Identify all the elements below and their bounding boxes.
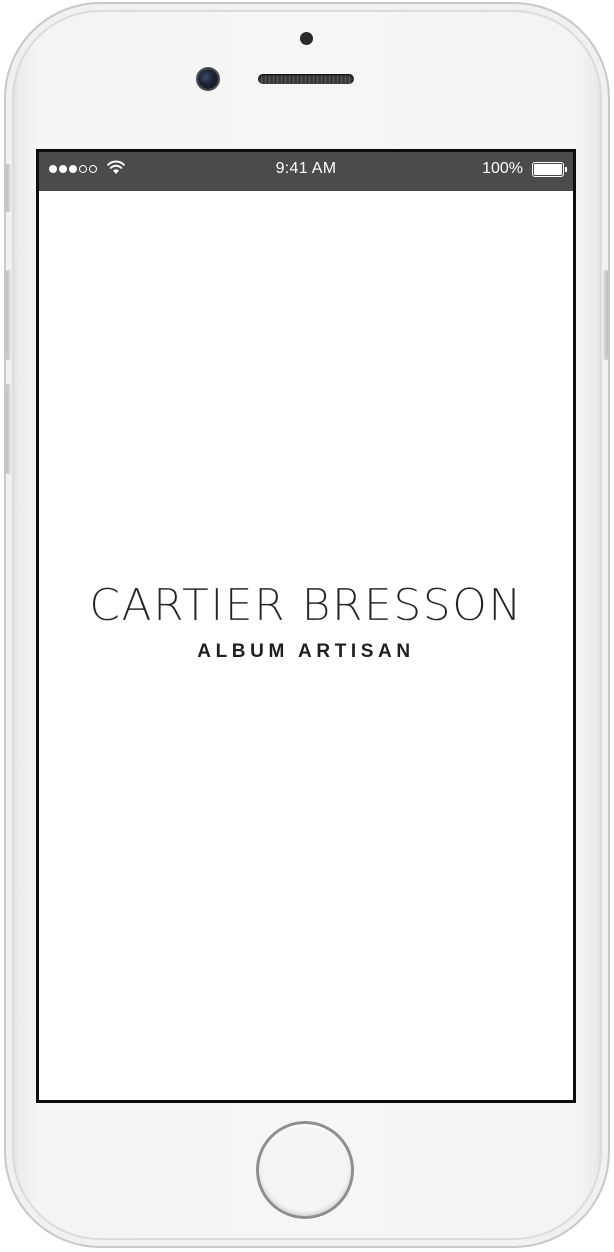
mute-switch — [6, 164, 11, 212]
power-button — [603, 270, 608, 360]
home-button[interactable] — [256, 1121, 354, 1219]
brand-title: CARTIER BRESSON — [89, 580, 523, 631]
splash-logo: CARTIER BRESSON ALBUM ARTISAN — [39, 577, 573, 663]
battery-icon — [532, 162, 567, 177]
proximity-sensor — [300, 32, 313, 45]
battery-nub — [564, 167, 567, 172]
battery-fill — [534, 164, 562, 175]
front-camera — [198, 69, 218, 89]
screen: 9:41 AM 100% CARTIER BRESSON ALBUM ARTIS… — [36, 149, 576, 1103]
status-bar: 9:41 AM 100% — [39, 152, 573, 191]
volume-up-button — [6, 270, 11, 360]
volume-down-button — [6, 384, 11, 474]
battery-percentage: 100% — [482, 160, 523, 177]
brand-subtitle: ALBUM ARTISAN — [197, 641, 415, 662]
earpiece-speaker — [258, 74, 354, 84]
